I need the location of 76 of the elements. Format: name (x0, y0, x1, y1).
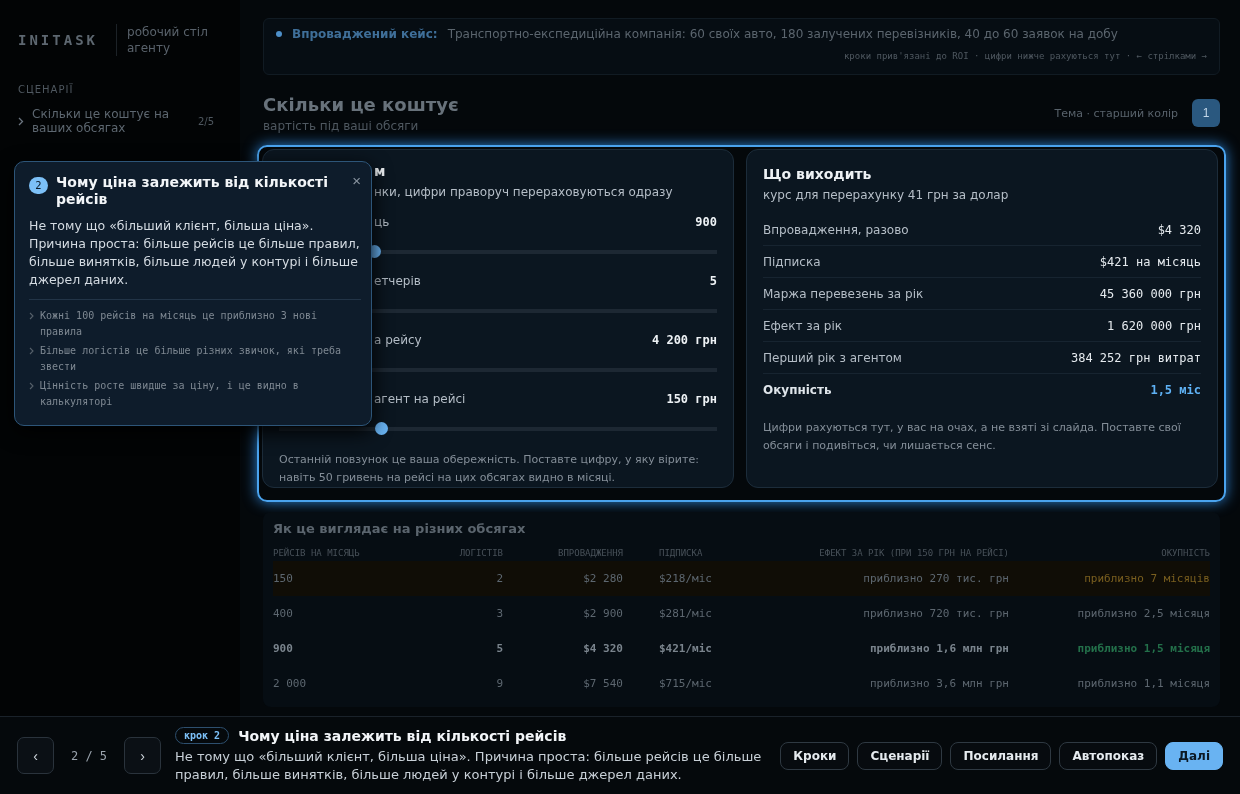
table-cell-text: $281/міс (659, 607, 713, 620)
result-value: 1,5 міс (1150, 382, 1201, 397)
table-cell-text: $218/міс (659, 572, 713, 585)
result-label: Окупність (763, 382, 832, 397)
result-label: Впровадження, разово (763, 222, 909, 237)
column-header: ЛОГІСТІВ (458, 548, 503, 558)
table-cell-text: $715/міс (659, 677, 713, 690)
column-header: ОКУПНІСТЬ (1160, 548, 1210, 558)
table-title: Як це виглядає на різних обсягах (273, 521, 526, 536)
tagline: агенту (127, 40, 171, 56)
slider-label: агент на рейсі (374, 392, 466, 406)
table-cell-text: 900 (273, 642, 294, 655)
table-cell-text: 5 (495, 642, 503, 655)
result-value: 1 620 000 грн (1107, 318, 1201, 333)
popover-point: Більше логістів це більше різних звичок, які треба звести (40, 344, 343, 374)
result-value: 384 252 грн витрат (1070, 350, 1201, 365)
table-cell-text: $7 540 (582, 677, 623, 690)
slider-value: 4 200 грн (651, 333, 717, 347)
table-cell-text: 9 (495, 677, 503, 690)
result-value: $4 320 (1157, 222, 1201, 237)
result-label: Ефект за рік (763, 318, 843, 333)
slider-label: ць (374, 215, 390, 229)
table-cell-text: приблизно 1,6 млн грн (868, 642, 1009, 655)
table-cell-text: 3 (495, 607, 503, 620)
slider-value: 900 (695, 215, 717, 229)
table-cell-text: $421/міс (659, 642, 713, 655)
popover-text: Не тому що «більший клієнт, більша ціна». Причина проста: більше рейсів це більше правил, більше винятків, більше людей у контурі і більше джерел даних. (29, 217, 361, 289)
result-label: Перший рік з агентом (763, 350, 902, 365)
table-cell-text: 2 000 (273, 677, 308, 690)
page-subtitle: вартість під ваші обсяги (263, 118, 420, 133)
table-cell-text: 400 (273, 607, 294, 620)
theme-label: Тема · старший колір (1054, 106, 1178, 120)
table-cell-text: $2 900 (582, 607, 623, 620)
logo: INITASK (18, 32, 98, 48)
page-title: Скільки це коштує (263, 93, 459, 115)
popover-point: Кожні 100 рейсів на місяць це приблизно 3 нові правила (40, 309, 318, 339)
table-cell-text: приблизно 1,1 місяця (1076, 677, 1210, 690)
card-note: Останній повзунок це ваша обережність. Поставте цифру, у яку вірите: навіть 50 гривень на рейсі на цих обсягах видно в місяці. (279, 452, 700, 486)
slider-label: етчерів (374, 274, 421, 288)
slider-value: 150 грн (666, 392, 717, 406)
card-title: м (374, 163, 386, 179)
result-value: $421 на місяць (1099, 254, 1201, 269)
table-cell-text: приблизно 7 місяців (1083, 572, 1210, 585)
step-counter: 2 / 5 (69, 748, 109, 763)
step-title: Чому ціна залежить від кількості рейсів (238, 727, 567, 744)
card-title: Що виходить (763, 166, 873, 182)
table-cell-text: $4 320 (582, 642, 623, 655)
card-subtitle: курс для перерахунку 41 грн за долар (763, 188, 1010, 202)
result-label: Підписка (763, 254, 821, 269)
column-header: РЕЙСІВ НА МІСЯЦЬ (273, 548, 361, 558)
card-subtitle: нки, цифри праворуч перераховуються одразу (374, 185, 673, 199)
step-badge: 2 (29, 177, 48, 194)
table-cell-text: приблизно 2,5 місяця (1076, 607, 1210, 620)
popover-title: Чому ціна залежить від кількості рейсів (56, 174, 330, 208)
table-cell-text: приблизно 270 тис. грн (862, 572, 1009, 585)
slider-label: а рейсу (374, 333, 422, 347)
table-cell-text: приблизно 1,5 місяця (1076, 642, 1210, 655)
result-value: 45 360 000 грн (1099, 286, 1201, 301)
popover-point: Цінність росте швидше за ціну, і це видно в калькуляторі (40, 379, 300, 409)
table-cell-text: $2 280 (582, 572, 623, 585)
card-note: Цифри рахуються тут, у вас на очах, а не взяті зі слайда. Поставте свої обсяги і подивіться, чи лишається сенс. (763, 420, 1182, 454)
table-cell-text: 150 (273, 572, 294, 585)
table-cell-text: приблизно 3,6 млн грн (868, 677, 1009, 690)
column-header: ВПРОВАДЖЕННЯ (556, 548, 623, 558)
column-header: ПІДПИСКА (659, 548, 704, 558)
banner-text: Транспортно-експедиційна компанія: 60 своїх авто, 180 залучених перевізників, 40 до 60 заявок на добу (447, 27, 1118, 41)
banner-label: Впроваджений кейс: (292, 27, 438, 41)
column-header: ЕФЕКТ ЗА РІК (ПРИ 150 ГРН НА РЕЙСІ) (818, 548, 1009, 558)
step-text: Не тому що «більший клієнт, більша ціна». Причина проста: більше рейсів це більше правил, більше винятків, більше людей у контурі і більше джерел даних. (175, 748, 763, 784)
result-label: Маржа перевезень за рік (763, 286, 924, 301)
table-cell-text: 2 (495, 572, 503, 585)
banner-hint: кроки прив'язані до ROI · цифри нижче рахуються тут · ← стрілками → (843, 51, 1207, 61)
slider-value: 5 (709, 274, 717, 288)
tagline: робочий стіл (127, 24, 208, 40)
section-label: СЦЕНАРІЇ (18, 84, 75, 95)
table-cell-text: приблизно 720 тис. грн (862, 607, 1009, 620)
